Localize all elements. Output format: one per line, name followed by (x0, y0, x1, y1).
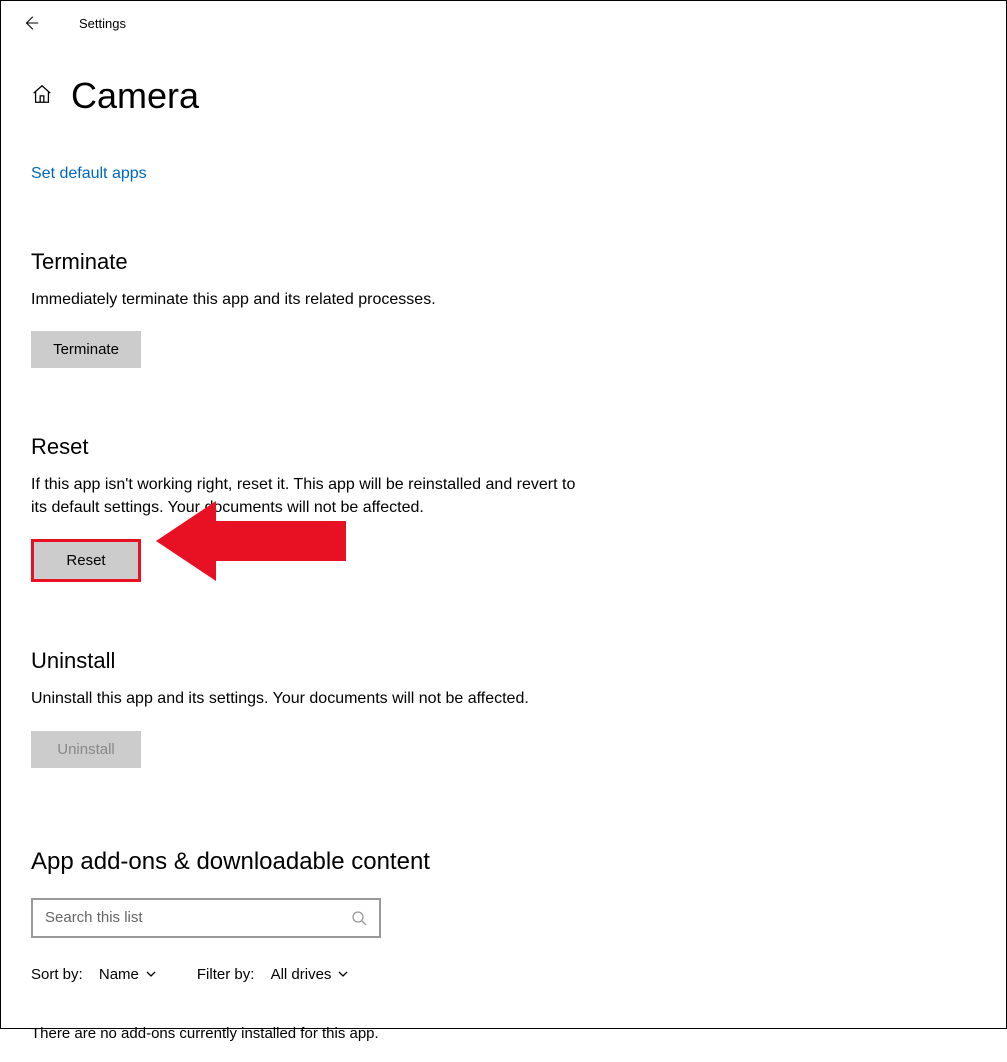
sort-label: Sort by: (31, 966, 83, 983)
page-header: Camera (31, 75, 976, 117)
addons-section: App add-ons & downloadable content Sort … (31, 848, 976, 1042)
filter-by-dropdown[interactable]: Filter by: All drives (197, 966, 350, 983)
sort-by-dropdown[interactable]: Sort by: Name (31, 966, 157, 983)
back-button[interactable] (21, 13, 41, 33)
search-icon (351, 910, 367, 926)
addons-search-input[interactable] (45, 909, 351, 926)
reset-desc: If this app isn't working right, reset i… (31, 474, 591, 519)
addons-title: App add-ons & downloadable content (31, 848, 976, 876)
uninstall-button: Uninstall (31, 731, 141, 768)
page-title: Camera (71, 75, 199, 117)
reset-title: Reset (31, 434, 976, 460)
terminate-title: Terminate (31, 249, 976, 275)
terminate-desc: Immediately terminate this app and its r… (31, 289, 591, 311)
addons-search-wrap[interactable] (31, 898, 381, 938)
filter-value: All drives (271, 966, 332, 983)
arrow-left-icon (22, 14, 40, 32)
reset-button[interactable]: Reset (31, 539, 141, 582)
terminate-section: Terminate Immediately terminate this app… (31, 249, 976, 368)
set-default-apps-link[interactable]: Set default apps (31, 165, 147, 183)
home-icon[interactable] (31, 83, 53, 110)
sort-value: Name (99, 966, 139, 983)
titlebar: Settings (1, 1, 1006, 45)
chevron-down-icon (145, 968, 157, 980)
reset-section: Reset If this app isn't working right, r… (31, 434, 976, 582)
uninstall-desc: Uninstall this app and its settings. You… (31, 688, 591, 710)
uninstall-section: Uninstall Uninstall this app and its set… (31, 648, 976, 767)
filter-row: Sort by: Name Filter by: All drives (31, 966, 976, 983)
app-label: Settings (79, 16, 126, 31)
uninstall-title: Uninstall (31, 648, 976, 674)
filter-label: Filter by: (197, 966, 255, 983)
terminate-button[interactable]: Terminate (31, 331, 141, 368)
addons-empty-text: There are no add-ons currently installed… (31, 1025, 976, 1042)
chevron-down-icon (337, 968, 349, 980)
